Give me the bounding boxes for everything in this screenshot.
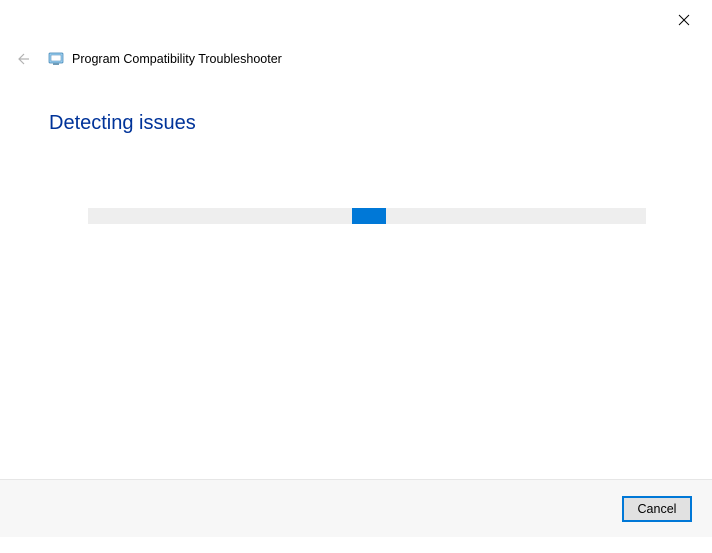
close-icon: [678, 14, 690, 26]
progress-indicator: [352, 208, 386, 224]
header-bar: Program Compatibility Troubleshooter: [12, 48, 282, 70]
window-title: Program Compatibility Troubleshooter: [72, 52, 282, 66]
window-title-wrap: Program Compatibility Troubleshooter: [48, 51, 282, 67]
close-button[interactable]: [674, 10, 694, 30]
page-heading: Detecting issues: [49, 112, 196, 135]
footer-bar: Cancel: [0, 479, 712, 537]
troubleshooter-icon: [48, 51, 64, 67]
back-arrow-icon: [15, 51, 31, 67]
progress-bar: [88, 208, 646, 224]
back-button: [12, 48, 34, 70]
cancel-button[interactable]: Cancel: [622, 496, 692, 522]
